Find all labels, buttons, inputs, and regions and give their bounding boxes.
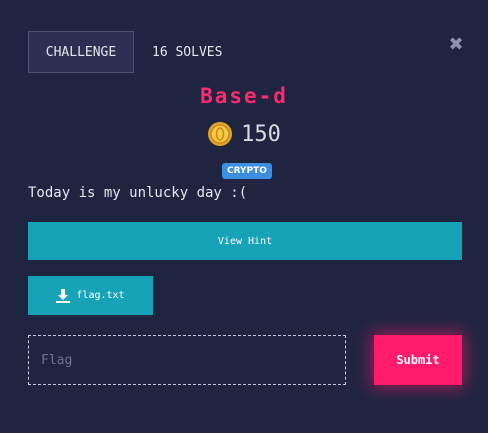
close-icon[interactable]: ✖	[447, 36, 465, 54]
download-icon	[56, 288, 71, 303]
category-badge: CRYPTO	[222, 163, 272, 179]
download-file-button[interactable]: flag.txt	[28, 276, 153, 315]
challenge-title: Base-d	[200, 84, 288, 108]
challenge-description: Today is my unlucky day :(	[28, 185, 248, 201]
challenge-value-row: 150	[0, 119, 488, 149]
tab-solves[interactable]: 16 SOLVES	[134, 31, 240, 73]
flag-input[interactable]	[28, 335, 346, 385]
tab-challenge[interactable]: CHALLENGE	[28, 31, 134, 73]
file-name-label: flag.txt	[76, 290, 125, 301]
view-hint-button[interactable]: View Hint	[28, 222, 462, 260]
submit-button[interactable]: Submit	[374, 335, 462, 385]
challenge-points: 150	[241, 121, 281, 147]
coin-icon	[208, 122, 233, 146]
